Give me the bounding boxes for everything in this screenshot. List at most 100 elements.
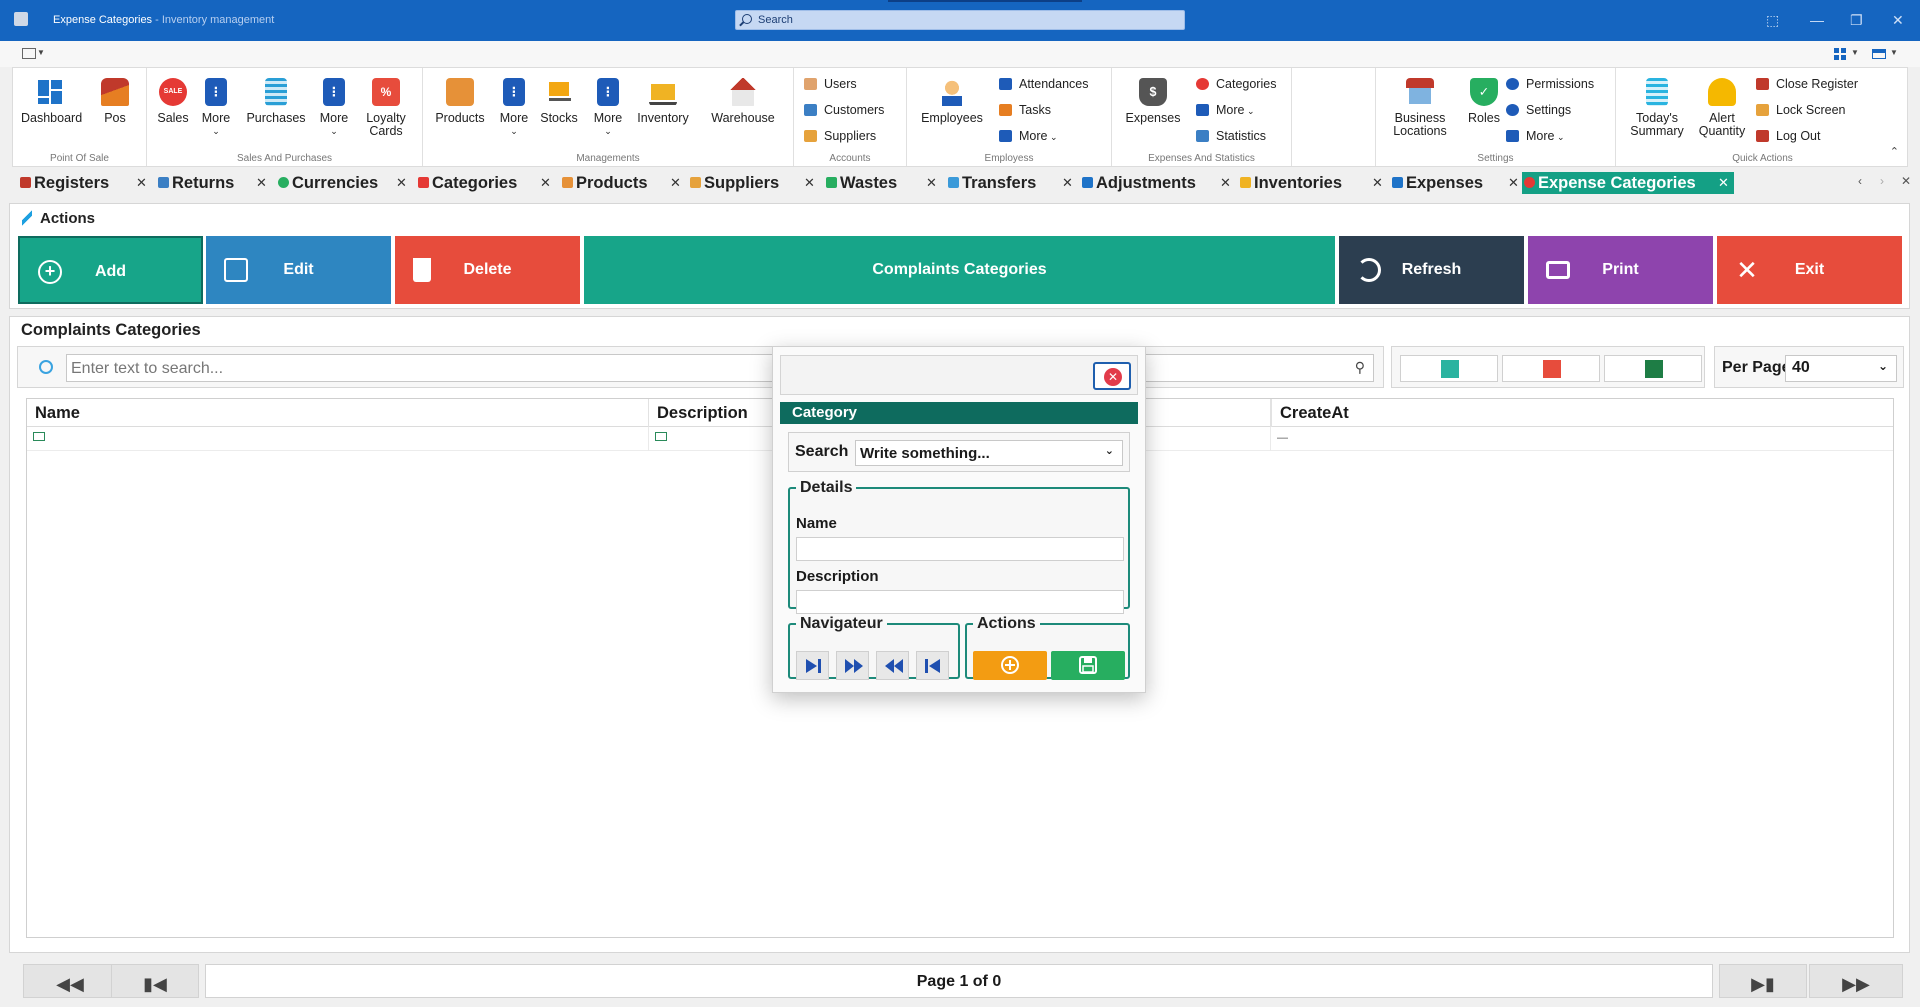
expenses-more-button[interactable]: More [1196,102,1255,118]
previous-page-button[interactable]: ▮◀ [111,964,199,998]
close-tab-icon[interactable]: ✕ [256,172,267,194]
loyalty-cards-button[interactable]: % Loyalty Cards [361,78,411,138]
nav-previous-button[interactable] [876,651,909,680]
global-search-input[interactable]: Search [735,10,1185,30]
close-tab-icon[interactable]: ✕ [1220,172,1231,194]
add-button[interactable]: + Add [18,236,203,304]
close-tab-icon[interactable]: ✕ [1508,172,1519,194]
tab-categories[interactable]: Categories ✕ [416,172,560,194]
exit-button[interactable]: ✕ Exit [1717,236,1902,304]
export-csv-button[interactable] [1400,355,1498,382]
search-icon[interactable]: ⚲ [1355,359,1365,376]
close-tab-icon[interactable]: ✕ [804,172,815,194]
next-page-button[interactable]: ▶▮ [1719,964,1807,998]
tab-registers[interactable]: Registers ✕ [18,172,156,194]
inventory-button[interactable]: Inventory [631,78,695,125]
grid-search-input[interactable]: Enter text to search... ⚲ [66,354,1374,382]
document-icon[interactable] [22,48,36,59]
export-excel-button[interactable] [1604,355,1702,382]
tab-expense-categories[interactable]: Expense Categories ✕ [1522,172,1734,194]
close-tab-icon[interactable]: ✕ [926,172,937,194]
tab-currencies[interactable]: Currencies ✕ [276,172,416,194]
permissions-button[interactable]: Permissions [1506,76,1594,92]
close-tab-icon[interactable]: ✕ [670,172,681,194]
tab-adjustments[interactable]: Adjustments ✕ [1080,172,1238,194]
users-button[interactable]: Users [804,76,857,92]
statistics-button[interactable]: Statistics [1196,128,1266,144]
stocks-button[interactable]: Stocks [537,78,581,125]
chevron-down-icon[interactable]: ▼ [1851,48,1859,57]
lock-screen-button[interactable]: Lock Screen [1756,102,1845,118]
close-register-button[interactable]: Close Register [1756,76,1858,92]
tab-products[interactable]: Products ✕ [560,172,688,194]
close-tab-icon[interactable]: ✕ [1718,172,1729,194]
categories-button[interactable]: Categories [1196,76,1276,92]
employees-button[interactable]: Employees [915,78,989,125]
tab-inventories[interactable]: Inventories ✕ [1238,172,1390,194]
complaints-categories-button[interactable]: Complaints Categories [584,236,1335,304]
log-out-button[interactable]: Log Out [1756,128,1820,144]
dialog-save-button[interactable] [1051,651,1125,680]
business-locations-button[interactable]: Business Locations [1384,78,1456,138]
suppliers-button[interactable]: Suppliers [804,128,876,144]
products-more-button[interactable]: ⋮ More ⌄ [497,78,531,138]
purchases-more-button[interactable]: ⋮ More ⌄ [317,78,351,138]
nav-last-button[interactable] [796,651,829,680]
maximize-button[interactable]: ❐ [1850,12,1863,29]
tab-suppliers[interactable]: Suppliers ✕ [688,172,824,194]
collapse-ribbon-icon[interactable]: ⌃ [1890,145,1899,158]
dialog-search-select[interactable]: Write something... ⌄ [855,440,1123,466]
export-pdf-button[interactable] [1502,355,1600,382]
tab-returns[interactable]: Returns ✕ [156,172,276,194]
dialog-new-button[interactable] [973,651,1047,680]
dashboard-button[interactable]: Dashboard [21,78,82,125]
tab-scroll-left-icon[interactable]: ‹ [1858,174,1862,188]
per-page-select[interactable]: 40 ⌄ [1785,355,1897,382]
refresh-button[interactable]: Refresh [1339,236,1524,304]
restore-layout-icon[interactable]: ⬚ [1766,12,1779,29]
settings-more-button[interactable]: More [1506,128,1565,144]
dialog-close-button[interactable]: ✕ [1093,362,1131,390]
expenses-button[interactable]: $ Expenses [1120,78,1186,125]
close-tab-icon[interactable]: ✕ [136,172,147,194]
print-button[interactable]: Print [1528,236,1713,304]
column-header-createat[interactable]: CreateAt [1271,399,1893,427]
close-window-button[interactable]: ✕ [1892,12,1904,29]
first-page-button[interactable]: ◀◀ [23,964,117,998]
tasks-button[interactable]: Tasks [999,102,1051,118]
nav-next-button[interactable] [836,651,869,680]
last-page-button[interactable]: ▶▶ [1809,964,1903,998]
tab-expenses[interactable]: Expenses ✕ [1390,172,1522,194]
delete-button[interactable]: Delete [395,236,580,304]
close-tab-icon[interactable]: ✕ [540,172,551,194]
settings-button[interactable]: Settings [1506,102,1571,118]
close-tab-icon[interactable]: ✕ [1062,172,1073,194]
chevron-down-icon[interactable]: ▼ [37,48,45,57]
roles-button[interactable]: ✓ Roles [1462,78,1506,125]
stocks-more-button[interactable]: ⋮ More ⌄ [591,78,625,138]
products-button[interactable]: Products [429,78,491,125]
column-header-name[interactable]: Name [27,399,649,427]
layout-grid-icon[interactable] [1834,48,1846,60]
close-tab-icon[interactable]: ✕ [396,172,407,194]
tab-transfers[interactable]: Transfers ✕ [946,172,1080,194]
cell-name[interactable] [27,427,649,451]
description-input[interactable] [796,590,1124,614]
tab-wastes[interactable]: Wastes ✕ [824,172,946,194]
sales-more-button[interactable]: ⋮ More ⌄ [199,78,233,138]
close-all-tabs-icon[interactable]: ✕ [1901,174,1911,188]
pos-button[interactable]: Pos [97,78,133,125]
todays-summary-button[interactable]: Today's Summary [1624,78,1690,138]
alert-quantity-button[interactable]: Alert Quantity [1694,78,1750,138]
close-tab-icon[interactable]: ✕ [1372,172,1383,194]
name-input[interactable] [796,537,1124,561]
attendances-button[interactable]: Attendances [999,76,1089,92]
sales-button[interactable]: SALE Sales [155,78,191,125]
tab-scroll-right-icon[interactable]: › [1880,174,1884,188]
cell-createat[interactable]: — [1271,427,1893,451]
edit-button[interactable]: Edit [206,236,391,304]
customers-button[interactable]: Customers [804,102,884,118]
warehouse-button[interactable]: Warehouse [705,78,781,125]
nav-first-button[interactable] [916,651,949,680]
chevron-down-icon[interactable]: ▼ [1890,48,1898,57]
